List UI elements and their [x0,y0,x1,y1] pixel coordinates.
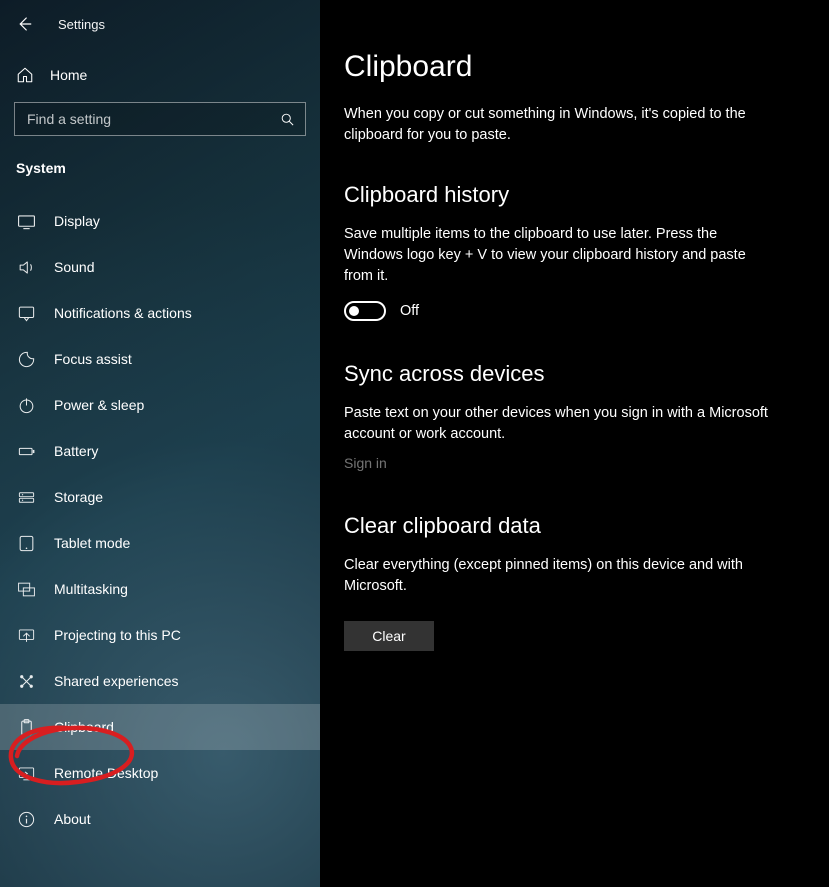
section-clipboard-history: Clipboard history Save multiple items to… [344,182,769,321]
sidebar: Settings Home System Display Sound [0,0,320,887]
sync-body: Paste text on your other devices when yo… [344,403,769,445]
history-toggle-state: Off [400,303,419,319]
notifications-icon [16,303,36,323]
project-icon [16,625,36,645]
sidebar-item-focus-assist[interactable]: Focus assist [0,336,320,382]
arrow-left-icon [15,15,33,33]
sidebar-item-sound[interactable]: Sound [0,244,320,290]
tablet-icon [16,533,36,553]
home-label: Home [50,67,87,83]
toggle-knob [349,306,359,316]
main-panel: Clipboard When you copy or cut something… [320,0,829,887]
section-sync: Sync across devices Paste text on your o… [344,361,769,473]
sidebar-item-remote-desktop[interactable]: Remote Desktop [0,750,320,796]
search-icon [280,112,295,127]
sidebar-item-label: Multitasking [54,581,128,597]
storage-icon [16,487,36,507]
sound-icon [16,257,36,277]
page-title: Clipboard [344,50,769,84]
history-body: Save multiple items to the clipboard to … [344,224,769,287]
header-row: Settings [0,0,320,48]
sidebar-item-about[interactable]: About [0,796,320,842]
multitasking-icon [16,579,36,599]
display-icon [16,211,36,231]
sidebar-item-label: Projecting to this PC [54,627,181,643]
sidebar-item-clipboard[interactable]: Clipboard [0,704,320,750]
shared-icon [16,671,36,691]
sidebar-item-storage[interactable]: Storage [0,474,320,520]
sidebar-item-label: Display [54,213,100,229]
nav-list: Display Sound Notifications & actions Fo… [0,198,320,842]
power-icon [16,395,36,415]
sidebar-item-label: Power & sleep [54,397,144,413]
sidebar-item-label: Sound [54,259,94,275]
sidebar-item-battery[interactable]: Battery [0,428,320,474]
sidebar-item-shared-experiences[interactable]: Shared experiences [0,658,320,704]
app-title: Settings [58,17,105,32]
sidebar-item-display[interactable]: Display [0,198,320,244]
remote-icon [16,763,36,783]
search-input[interactable] [27,111,280,127]
clear-body: Clear everything (except pinned items) o… [344,555,769,597]
page-intro: When you copy or cut something in Window… [344,104,769,146]
category-label: System [16,160,320,176]
sidebar-item-label: Shared experiences [54,673,179,689]
sidebar-item-projecting[interactable]: Projecting to this PC [0,612,320,658]
sidebar-item-label: Clipboard [54,719,114,735]
home-icon [16,66,34,84]
sidebar-item-label: About [54,811,91,827]
sidebar-item-label: Tablet mode [54,535,130,551]
sidebar-item-notifications[interactable]: Notifications & actions [0,290,320,336]
section-clear: Clear clipboard data Clear everything (e… [344,513,769,651]
history-heading: Clipboard history [344,182,769,208]
sync-heading: Sync across devices [344,361,769,387]
sidebar-item-multitasking[interactable]: Multitasking [0,566,320,612]
sidebar-item-label: Storage [54,489,103,505]
history-toggle[interactable] [344,301,386,321]
sidebar-item-label: Remote Desktop [54,765,158,781]
battery-icon [16,441,36,461]
about-icon [16,809,36,829]
sidebar-item-label: Notifications & actions [54,305,192,321]
sidebar-item-label: Focus assist [54,351,132,367]
home-nav[interactable]: Home [0,58,320,92]
sidebar-item-label: Battery [54,443,98,459]
sidebar-item-power-sleep[interactable]: Power & sleep [0,382,320,428]
focus-icon [16,349,36,369]
sidebar-item-tablet-mode[interactable]: Tablet mode [0,520,320,566]
search-box[interactable] [14,102,306,136]
clipboard-icon [16,717,36,737]
sign-in-link[interactable]: Sign in [344,455,387,471]
clear-button[interactable]: Clear [344,621,434,651]
back-button[interactable] [14,14,34,34]
clear-heading: Clear clipboard data [344,513,769,539]
